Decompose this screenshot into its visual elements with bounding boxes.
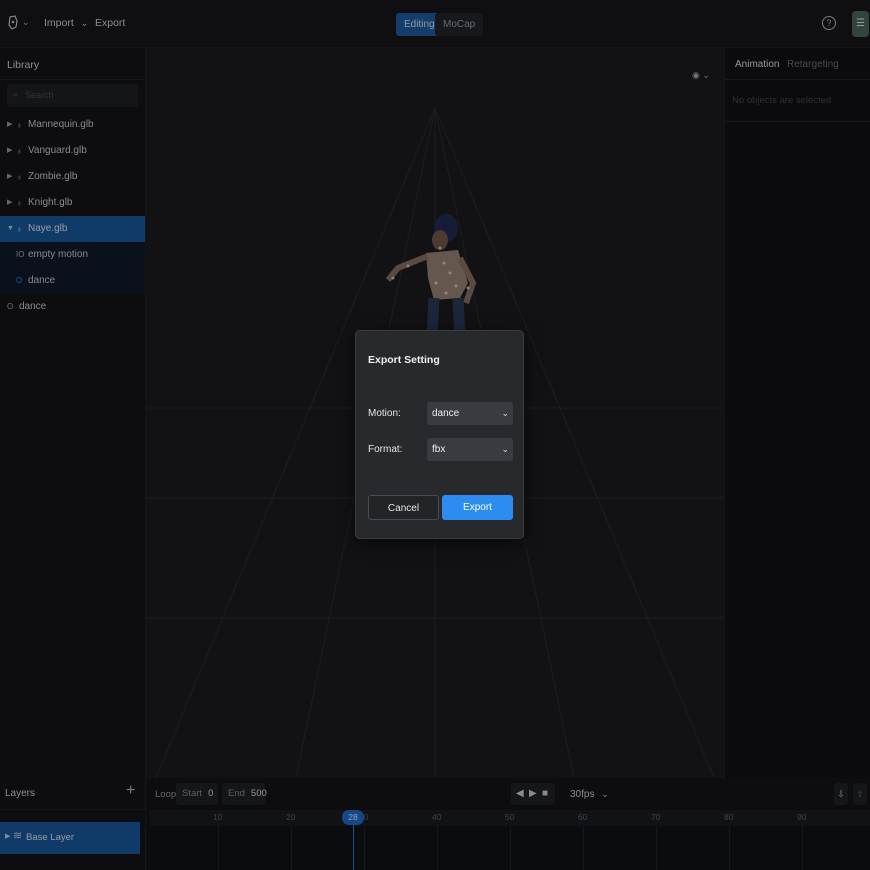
chevron-down-icon: ⌄: [501, 408, 509, 418]
motion-value: dance: [432, 408, 460, 419]
format-select[interactable]: fbx ⌄: [427, 438, 513, 461]
export-button[interactable]: Export: [442, 495, 513, 520]
motion-select[interactable]: dance ⌄: [427, 402, 513, 425]
motion-label: Motion:: [368, 408, 401, 419]
format-label: Format:: [368, 444, 403, 455]
cancel-button[interactable]: Cancel: [368, 495, 439, 520]
format-value: fbx: [432, 444, 446, 455]
dialog-title: Export Setting: [368, 354, 440, 366]
export-settings-dialog: Export Setting Motion: dance ⌄ Format: f…: [355, 330, 524, 539]
chevron-down-icon: ⌄: [501, 444, 509, 454]
